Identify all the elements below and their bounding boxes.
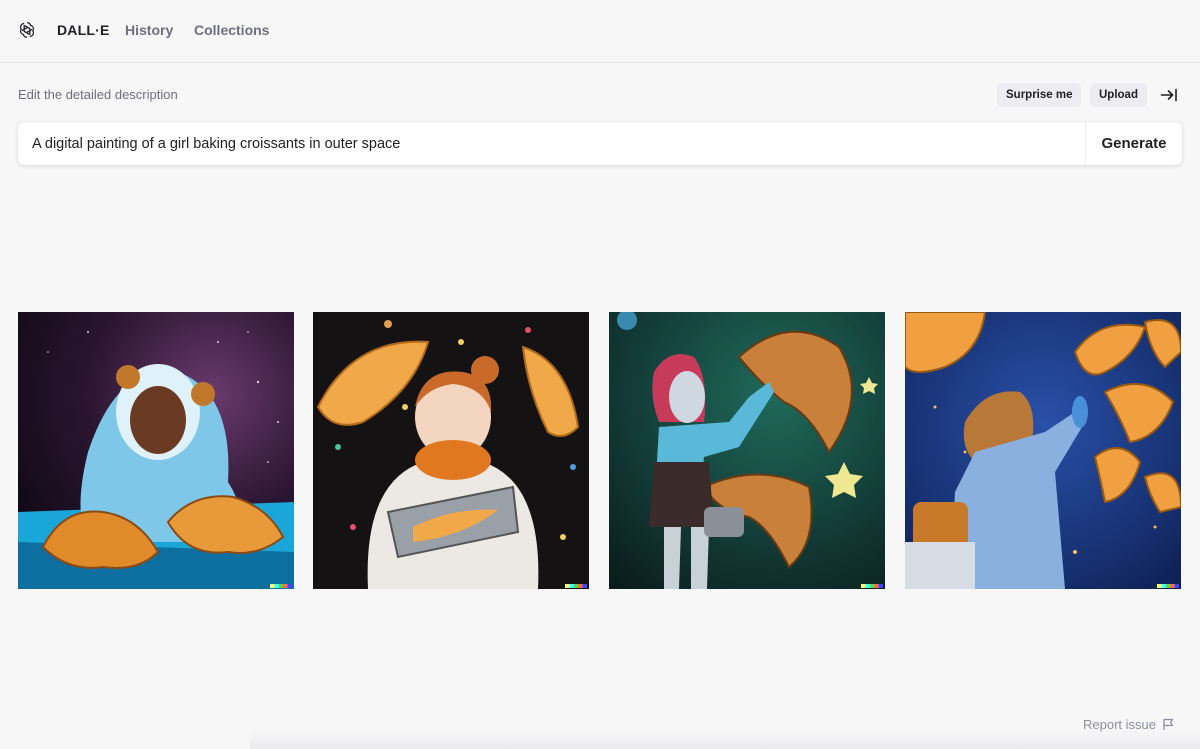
result-image-1[interactable] (18, 312, 294, 589)
signature-bar (1157, 584, 1179, 588)
top-nav: DALL·E History Collections (0, 0, 1200, 63)
signature-bar (270, 584, 292, 588)
result-image-4[interactable] (905, 312, 1181, 589)
collapse-panel-icon[interactable] (1159, 85, 1179, 105)
prompt-input[interactable] (18, 122, 1085, 165)
prompt-hint: Edit the detailed description (18, 87, 178, 102)
result-image-3[interactable] (609, 312, 885, 589)
openai-logo-icon[interactable] (17, 20, 37, 40)
brand-name[interactable]: DALL·E (57, 22, 110, 38)
nav-history-link[interactable]: History (125, 22, 173, 38)
nav-collections-link[interactable]: Collections (194, 22, 269, 38)
signature-bar (565, 584, 587, 588)
upload-button[interactable]: Upload (1090, 83, 1147, 107)
surprise-me-button[interactable]: Surprise me (997, 83, 1082, 107)
prompt-box: Generate (18, 122, 1182, 165)
signature-bar (861, 584, 883, 588)
generate-button[interactable]: Generate (1086, 122, 1182, 165)
result-image-2[interactable] (313, 312, 589, 589)
bottom-shadow (250, 730, 1200, 749)
